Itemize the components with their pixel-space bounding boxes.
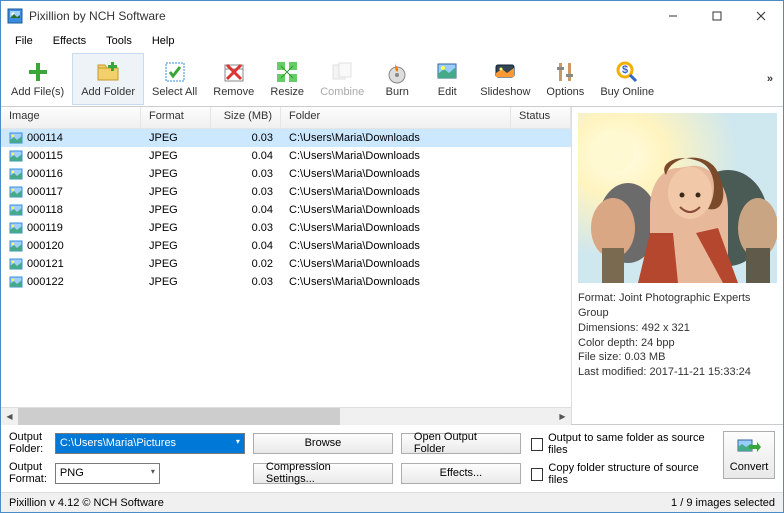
table-row[interactable]: 000116JPEG0.03C:\Users\Maria\Downloads <box>1 165 571 183</box>
svg-text:$: $ <box>622 64 628 76</box>
image-file-icon <box>9 222 23 234</box>
image-file-icon <box>9 186 23 198</box>
combine-button[interactable]: Combine <box>312 53 372 105</box>
table-row[interactable]: 000120JPEG0.04C:\Users\Maria\Downloads <box>1 237 571 255</box>
maximize-button[interactable] <box>695 2 739 30</box>
col-image[interactable]: Image <box>1 107 141 128</box>
slideshow-button[interactable]: Slideshow <box>472 53 538 105</box>
horizontal-scrollbar[interactable]: ◀ ▶ <box>1 407 571 424</box>
table-row[interactable]: 000119JPEG0.03C:\Users\Maria\Downloads <box>1 219 571 237</box>
remove-button[interactable]: Remove <box>205 53 262 105</box>
buy-online-icon: $ <box>615 60 639 84</box>
image-file-icon <box>9 168 23 180</box>
col-size[interactable]: Size (MB) <box>211 107 281 128</box>
table-row[interactable]: 000115JPEG0.04C:\Users\Maria\Downloads <box>1 147 571 165</box>
combine-icon <box>330 60 354 84</box>
options-button[interactable]: Options <box>538 53 592 105</box>
toolbar-overflow-button[interactable]: » <box>759 73 781 85</box>
buy-online-button[interactable]: $ Buy Online <box>592 53 662 105</box>
burn-icon <box>385 60 409 84</box>
output-same-folder-checkbox[interactable]: Output to same folder as source files <box>531 432 713 456</box>
edit-icon <box>435 60 459 84</box>
image-file-icon <box>9 204 23 216</box>
preview-info: Format: Joint Photographic Experts Group… <box>578 291 777 380</box>
options-icon <box>553 60 577 84</box>
output-format-label: Output Format: <box>9 461 47 485</box>
minimize-button[interactable] <box>651 2 695 30</box>
menubar: File Effects Tools Help <box>1 31 783 51</box>
status-selection: 1 / 9 images selected <box>671 497 775 509</box>
checkbox-icon <box>531 438 543 451</box>
table-row[interactable]: 000118JPEG0.04C:\Users\Maria\Downloads <box>1 201 571 219</box>
image-file-icon <box>9 150 23 162</box>
effects-button[interactable]: Effects... <box>401 463 521 484</box>
window-title: Pixillion by NCH Software <box>29 9 651 23</box>
app-logo-icon <box>7 8 23 24</box>
output-format-combo[interactable]: PNG ▾ <box>55 463 160 484</box>
convert-icon <box>736 437 762 459</box>
status-version: Pixillion v 4.12 © NCH Software <box>9 497 671 509</box>
plus-icon <box>26 60 50 84</box>
slideshow-icon <box>493 60 517 84</box>
table-row[interactable]: 000117JPEG0.03C:\Users\Maria\Downloads <box>1 183 571 201</box>
menu-file[interactable]: File <box>7 33 41 49</box>
scroll-thumb[interactable] <box>18 408 340 425</box>
edit-button[interactable]: Edit <box>422 53 472 105</box>
statusbar: Pixillion v 4.12 © NCH Software 1 / 9 im… <box>1 492 783 512</box>
folder-plus-icon <box>96 60 120 84</box>
add-folder-button[interactable]: Add Folder <box>72 53 144 105</box>
image-file-icon <box>9 258 23 270</box>
select-all-icon <box>163 60 187 84</box>
convert-button[interactable]: Convert <box>723 431 775 479</box>
resize-button[interactable]: Resize <box>262 53 312 105</box>
browse-button[interactable]: Browse <box>253 433 393 454</box>
chevron-down-icon: ▾ <box>236 437 240 446</box>
image-file-icon <box>9 240 23 252</box>
copy-folder-structure-checkbox[interactable]: Copy folder structure of source files <box>531 462 713 486</box>
checkbox-icon <box>531 468 543 481</box>
table-row[interactable]: 000114JPEG0.03C:\Users\Maria\Downloads <box>1 129 571 147</box>
scroll-right-button[interactable]: ▶ <box>554 408 571 425</box>
file-list: Image Format Size (MB) Folder Status 000… <box>1 107 571 424</box>
output-folder-label: Output Folder: <box>9 431 47 455</box>
table-row[interactable]: 000121JPEG0.02C:\Users\Maria\Downloads <box>1 255 571 273</box>
col-status[interactable]: Status <box>511 107 571 128</box>
menu-tools[interactable]: Tools <box>98 33 140 49</box>
remove-icon <box>222 60 246 84</box>
menu-help[interactable]: Help <box>144 33 183 49</box>
close-button[interactable] <box>739 2 783 30</box>
table-row[interactable]: 000122JPEG0.03C:\Users\Maria\Downloads <box>1 273 571 291</box>
preview-pane <box>578 113 777 283</box>
col-format[interactable]: Format <box>141 107 211 128</box>
titlebar: Pixillion by NCH Software <box>1 1 783 31</box>
image-file-icon <box>9 132 23 144</box>
select-all-button[interactable]: Select All <box>144 53 205 105</box>
chevron-down-icon: ▾ <box>151 467 155 476</box>
output-folder-combo[interactable]: C:\Users\Maria\Pictures ▾ <box>55 433 245 454</box>
toolbar: Add File(s) Add Folder Select All Remove… <box>1 51 783 107</box>
scroll-left-button[interactable]: ◀ <box>1 408 18 425</box>
resize-icon <box>275 60 299 84</box>
menu-effects[interactable]: Effects <box>45 33 94 49</box>
col-folder[interactable]: Folder <box>281 107 511 128</box>
column-headers: Image Format Size (MB) Folder Status <box>1 107 571 129</box>
burn-button[interactable]: Burn <box>372 53 422 105</box>
compression-settings-button[interactable]: Compression Settings... <box>253 463 393 484</box>
add-files-button[interactable]: Add File(s) <box>3 53 72 105</box>
open-output-folder-button[interactable]: Open Output Folder <box>401 433 521 454</box>
image-file-icon <box>9 276 23 288</box>
